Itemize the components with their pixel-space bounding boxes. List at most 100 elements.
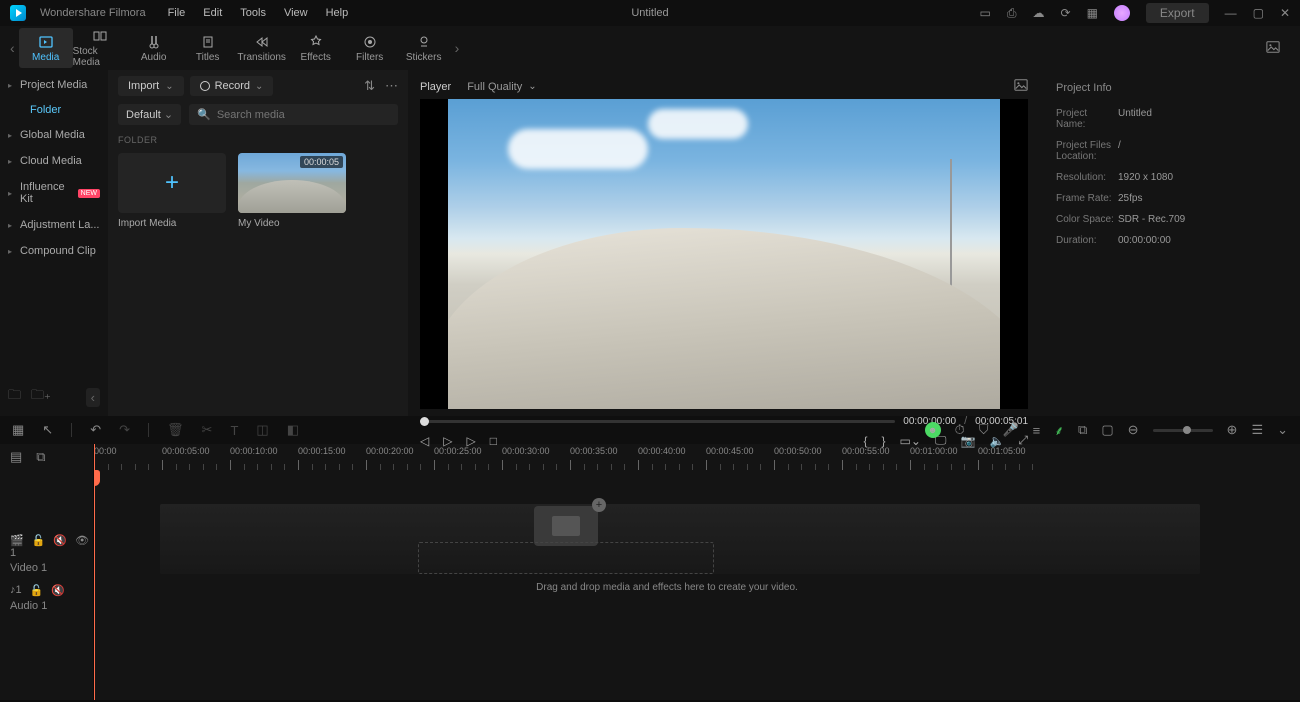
- collapse-sidebar-icon[interactable]: ‹: [86, 388, 100, 407]
- filter-icon[interactable]: ⇅: [364, 78, 375, 94]
- menu-tools[interactable]: Tools: [240, 7, 266, 19]
- delete-icon[interactable]: 🗑: [167, 422, 184, 438]
- maximize-icon[interactable]: ▢: [1253, 6, 1264, 20]
- zoom-in-icon[interactable]: ⊕: [1227, 422, 1238, 438]
- new-folder-icon[interactable]: 🗀: [8, 386, 21, 408]
- media-browser: Import Record ⇅ ⋯ Default 🔍 FOLDER + Imp…: [108, 70, 408, 416]
- media-clip-card[interactable]: 00:00:05 My Video: [238, 153, 346, 229]
- media-sidebar: Project Media Folder Global Media Cloud …: [0, 70, 108, 416]
- undo-icon[interactable]: ↶: [90, 422, 101, 438]
- mute-icon[interactable]: 🔇: [51, 584, 65, 597]
- menu-file[interactable]: File: [168, 7, 186, 19]
- chevron-down-icon[interactable]: ⌄: [1277, 422, 1288, 438]
- duration-badge: 00:00:05: [300, 156, 343, 168]
- lock-icon[interactable]: 🔓: [32, 534, 46, 559]
- cut-icon[interactable]: ✂: [202, 422, 213, 438]
- ribbon-media[interactable]: Media: [19, 28, 73, 68]
- image-panel-icon[interactable]: [1266, 40, 1294, 57]
- sidebar-adjustment-layer[interactable]: Adjustment La...: [0, 212, 108, 238]
- new-bin-icon[interactable]: 🗀₊: [31, 386, 51, 408]
- menu-view[interactable]: View: [284, 7, 308, 19]
- track-options-icon[interactable]: ☰: [1251, 422, 1263, 438]
- menu-help[interactable]: Help: [326, 7, 349, 19]
- record-button[interactable]: Record: [190, 76, 274, 96]
- link-icon[interactable]: ⧉: [1078, 422, 1087, 438]
- menu-edit[interactable]: Edit: [203, 7, 222, 19]
- player-tab[interactable]: Player: [420, 81, 451, 93]
- sidebar-influence-kit[interactable]: Influence KitNEW: [0, 174, 108, 212]
- mute-icon[interactable]: 🔇: [53, 534, 67, 559]
- mixer-icon[interactable]: ≡: [1033, 423, 1041, 438]
- sidebar-project-media[interactable]: Project Media: [0, 72, 108, 98]
- timeline-ruler[interactable]: 00:0000:00:05:0000:00:10:0000:00:15:0000…: [94, 444, 1300, 470]
- cursor-icon[interactable]: ↖: [42, 422, 53, 438]
- redo-icon[interactable]: ↷: [119, 422, 130, 438]
- audio-icon: ♪1: [10, 584, 22, 597]
- playhead[interactable]: [94, 444, 95, 700]
- snapshot-panel-icon[interactable]: [1014, 78, 1028, 95]
- ribbon-stock-media[interactable]: Stock Media: [73, 28, 127, 68]
- marker-icon[interactable]: ▢: [1101, 422, 1113, 438]
- quality-dropdown[interactable]: Full Quality: [467, 81, 536, 93]
- user-avatar[interactable]: [1114, 5, 1130, 21]
- search-box[interactable]: 🔍: [189, 104, 398, 125]
- lock-icon[interactable]: 🔓: [30, 584, 44, 597]
- track-layout-icon[interactable]: ▤: [10, 449, 22, 465]
- video-player[interactable]: [448, 99, 1000, 409]
- drop-zone[interactable]: [418, 542, 714, 574]
- zoom-out-icon[interactable]: ⊖: [1128, 422, 1139, 438]
- audio-track-label: Audio 1: [10, 600, 47, 612]
- mic-icon[interactable]: 🎤: [1002, 422, 1018, 438]
- folder-label: FOLDER: [118, 135, 398, 145]
- minimize-icon[interactable]: —: [1225, 6, 1237, 20]
- speed-icon[interactable]: ⏱: [955, 422, 965, 438]
- scrub-bar[interactable]: [420, 420, 895, 423]
- preview-panel: Player Full Quality 00:00:00:00 / 00:00:…: [408, 70, 1040, 416]
- sort-default-button[interactable]: Default: [118, 104, 181, 125]
- sidebar-cloud-media[interactable]: Cloud Media: [0, 148, 108, 174]
- more-icon[interactable]: ⋯: [385, 78, 398, 94]
- ribbon-prev-icon[interactable]: ‹: [10, 40, 15, 56]
- project-info-panel: Project Info Project Name:UntitledProjec…: [1040, 70, 1300, 416]
- save-icon[interactable]: ⎙: [1007, 6, 1017, 21]
- drop-hint-text: Drag and drop media and effects here to …: [94, 582, 1240, 593]
- ribbon-effects[interactable]: Effects: [289, 28, 343, 68]
- video-track-header[interactable]: 🎬1 🔓 🔇 👁 Video 1: [0, 530, 93, 578]
- sync-icon[interactable]: ⟳: [1061, 6, 1071, 20]
- ribbon-transitions[interactable]: Transitions: [235, 28, 289, 68]
- ribbon-titles[interactable]: Titles: [181, 28, 235, 68]
- plus-icon: +: [165, 169, 179, 197]
- ribbon-filters[interactable]: Filters: [343, 28, 397, 68]
- eye-icon[interactable]: 👁: [75, 534, 89, 559]
- search-input[interactable]: [217, 109, 390, 121]
- cloud-icon[interactable]: ☁: [1033, 6, 1045, 20]
- sidebar-folder[interactable]: Folder: [0, 98, 108, 122]
- import-button[interactable]: Import: [118, 76, 184, 96]
- link-tracks-icon[interactable]: ⧉: [36, 449, 45, 465]
- import-media-card[interactable]: + Import Media: [118, 153, 226, 229]
- ribbon-audio[interactable]: Audio: [127, 28, 181, 68]
- ai-icon[interactable]: ☻: [925, 422, 941, 438]
- magnet-icon[interactable]: ⸙: [1054, 421, 1064, 439]
- shield-icon[interactable]: ⛉: [979, 422, 989, 438]
- close-icon[interactable]: ✕: [1280, 6, 1290, 20]
- timeline-canvas[interactable]: 00:0000:00:05:0000:00:10:0000:00:15:0000…: [94, 444, 1300, 700]
- text-icon[interactable]: T: [230, 423, 238, 438]
- ribbon-next-icon[interactable]: ›: [455, 40, 460, 56]
- audio-track-header[interactable]: ♪1 🔓 🔇 Audio 1: [0, 578, 93, 618]
- timeline: ▤ ⧉ 🎬1 🔓 🔇 👁 Video 1 ♪1 🔓 🔇 Audio 1 00:0…: [0, 444, 1300, 700]
- new-badge: NEW: [78, 189, 100, 198]
- apps-icon[interactable]: ▦: [1087, 6, 1098, 20]
- crop-icon[interactable]: ◫: [256, 422, 268, 438]
- color-icon[interactable]: ◧: [287, 422, 299, 438]
- grid-icon[interactable]: ▦: [12, 422, 24, 438]
- monitor-icon[interactable]: ▭: [980, 6, 991, 20]
- sidebar-compound-clip[interactable]: Compound Clip: [0, 238, 108, 264]
- sidebar-global-media[interactable]: Global Media: [0, 122, 108, 148]
- drop-media-icon: [534, 506, 598, 546]
- ribbon-stickers[interactable]: Stickers: [397, 28, 451, 68]
- info-title: Project Info: [1056, 82, 1284, 94]
- search-icon: 🔍: [197, 108, 211, 121]
- export-button[interactable]: Export: [1146, 3, 1209, 23]
- zoom-slider[interactable]: [1153, 429, 1213, 432]
